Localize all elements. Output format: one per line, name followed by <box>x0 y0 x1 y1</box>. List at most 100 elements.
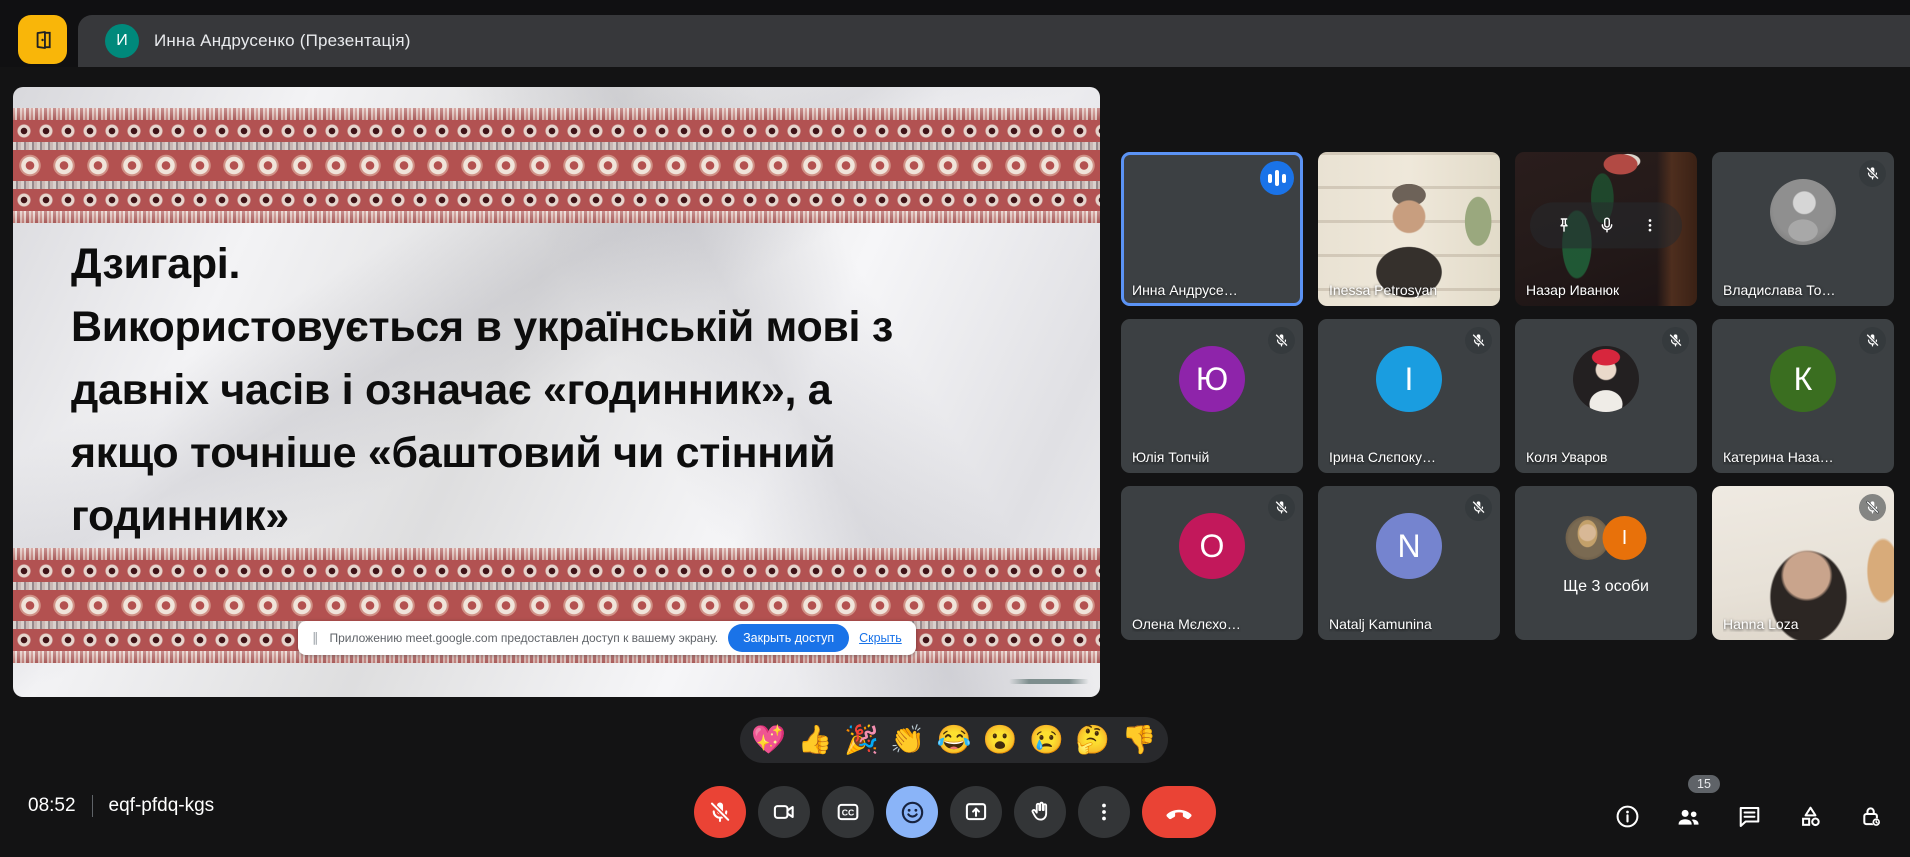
overflow-letter-avatar: I <box>1603 516 1647 560</box>
leave-call-button[interactable] <box>1142 786 1216 838</box>
mute-participant-icon[interactable] <box>1597 215 1617 235</box>
presenter-tab-title: Инна Андрусенко (Презентація) <box>154 31 411 51</box>
chat-icon <box>1736 803 1763 830</box>
host-controls-button[interactable] <box>1858 803 1885 830</box>
embroidery-border-top <box>13 108 1100 223</box>
mic-off-icon <box>707 799 733 825</box>
participant-tile[interactable]: I Ще 3 особи <box>1515 486 1697 640</box>
participant-tile[interactable]: І Ірина Слєпоку… <box>1318 319 1500 473</box>
slide-decoration-line <box>1009 679 1089 684</box>
google-meet-window: И Инна Андрусенко (Презентація) Дзигарі.… <box>0 0 1910 857</box>
reaction-emoji-button[interactable]: 👍 <box>798 726 833 754</box>
hide-banner-link[interactable]: Скрыть <box>859 631 902 645</box>
participant-name: Natalj Kamunina <box>1329 616 1432 632</box>
info-icon <box>1614 803 1641 830</box>
mic-muted-button[interactable] <box>694 786 746 838</box>
participant-name: Коля Уваров <box>1526 449 1607 465</box>
activities-button[interactable] <box>1797 803 1824 830</box>
tile-hover-controls <box>1530 202 1682 248</box>
open-door-icon[interactable] <box>18 15 67 64</box>
participant-name: Назар Иванюк <box>1526 282 1619 298</box>
participant-letter-avatar: О <box>1179 513 1245 579</box>
end-call-icon <box>1164 797 1194 827</box>
reaction-emoji-button[interactable]: 😂 <box>937 726 972 754</box>
participant-letter-avatar: К <box>1770 346 1836 412</box>
participant-name: Владислава То… <box>1723 282 1835 298</box>
mic-muted-icon <box>1859 160 1886 187</box>
captions-button[interactable]: CC <box>822 786 874 838</box>
panel-controls: 15 <box>1614 803 1885 830</box>
participant-name: Юлія Топчій <box>1132 449 1209 465</box>
meeting-details-button[interactable] <box>1614 803 1641 830</box>
participant-tile[interactable]: Инна Андрусе… <box>1121 152 1303 306</box>
reaction-emoji-button[interactable]: 😮 <box>983 726 1018 754</box>
participant-name: Hanna Loza <box>1723 616 1799 632</box>
present-screen-icon <box>963 799 989 825</box>
smiley-icon <box>899 799 926 826</box>
share-banner-message: Приложению meet.google.com предоставлен … <box>330 631 719 645</box>
overflow-avatars: I <box>1566 516 1647 560</box>
participant-tile[interactable]: Назар Иванюк <box>1515 152 1697 306</box>
people-panel-button[interactable]: 15 <box>1675 803 1702 830</box>
call-controls: CC <box>694 786 1216 838</box>
bottom-control-bar: 08:52 eqf-pfdq-kgs <box>0 767 1910 857</box>
meta-divider <box>92 795 93 817</box>
raise-hand-button[interactable] <box>1014 786 1066 838</box>
participant-name: Олена Мєлєхо… <box>1132 616 1241 632</box>
drag-handle-icon[interactable]: ∥ <box>312 630 320 646</box>
reactions-button[interactable] <box>886 786 938 838</box>
more-options-button[interactable] <box>1078 786 1130 838</box>
activities-shapes-icon <box>1797 803 1824 830</box>
chat-panel-button[interactable] <box>1736 803 1763 830</box>
clock: 08:52 <box>28 795 76 817</box>
meeting-meta: 08:52 eqf-pfdq-kgs <box>28 795 214 817</box>
mic-muted-icon <box>1268 327 1295 354</box>
participant-letter-avatar: Ю <box>1179 346 1245 412</box>
presenter-tab[interactable]: И Инна Андрусенко (Презентація) <box>78 15 1910 67</box>
screen-share-banner: ∥ Приложению meet.google.com предоставле… <box>298 621 916 655</box>
present-screen-button[interactable] <box>950 786 1002 838</box>
participant-tile[interactable]: Коля Уваров <box>1515 319 1697 473</box>
mic-muted-icon <box>1465 494 1492 521</box>
tile-more-options-icon[interactable] <box>1641 216 1659 234</box>
raise-hand-icon <box>1027 799 1053 825</box>
reaction-emoji-button[interactable]: 👎 <box>1122 726 1157 754</box>
participant-photo-avatar <box>1573 346 1639 412</box>
reaction-emoji-button[interactable]: 🎉 <box>844 726 879 754</box>
participant-tile[interactable]: Ю Юлія Топчій <box>1121 319 1303 473</box>
reactions-bar: 💖 👍 🎉 👏 😂 😮 😢 🤔 👎 <box>740 717 1168 763</box>
stop-sharing-button[interactable]: Закрыть доступ <box>728 624 849 652</box>
shared-presentation-slide[interactable]: Дзигарі.Використовується в українській м… <box>13 87 1100 697</box>
svg-text:CC: CC <box>842 808 855 818</box>
captions-icon: CC <box>835 799 861 825</box>
participant-tile[interactable]: О Олена Мєлєхо… <box>1121 486 1303 640</box>
reaction-emoji-button[interactable]: 👏 <box>890 726 925 754</box>
door-glyph <box>30 27 56 53</box>
participants-count-badge: 15 <box>1688 775 1720 793</box>
people-icon <box>1675 803 1702 830</box>
slide-text-line: Використовується в українській мові з <box>71 296 893 359</box>
participant-tile[interactable]: К Катерина Наза… <box>1712 319 1894 473</box>
mic-muted-icon <box>1465 327 1492 354</box>
host-lock-icon <box>1858 803 1885 830</box>
slide-text-line: годинник» <box>71 485 893 548</box>
reaction-emoji-button[interactable]: 🤔 <box>1075 726 1110 754</box>
meeting-code: eqf-pfdq-kgs <box>109 795 215 817</box>
camera-button[interactable] <box>758 786 810 838</box>
top-bar: И Инна Андрусенко (Презентація) <box>0 0 1910 67</box>
reaction-emoji-button[interactable]: 💖 <box>751 726 786 754</box>
slide-text: Дзигарі.Використовується в українській м… <box>71 233 893 548</box>
participant-tile[interactable]: Inessa Petrosyan <box>1318 152 1500 306</box>
participant-letter-avatar: І <box>1376 346 1442 412</box>
participant-name: Ще 3 особи <box>1515 578 1697 596</box>
participant-tile[interactable]: NNatalj Kamunina <box>1318 486 1500 640</box>
participant-tile[interactable]: Владислава То… <box>1712 152 1894 306</box>
participant-name: Ірина Слєпоку… <box>1329 449 1436 465</box>
participant-name: Катерина Наза… <box>1723 449 1834 465</box>
slide-text-line: давніх часів і означає «годинник», а <box>71 359 893 422</box>
pin-participant-icon[interactable] <box>1554 215 1574 235</box>
reaction-emoji-button[interactable]: 😢 <box>1029 726 1064 754</box>
camera-icon <box>771 799 797 825</box>
mic-muted-icon <box>1662 327 1689 354</box>
participant-tile[interactable]: Hanna Loza <box>1712 486 1894 640</box>
